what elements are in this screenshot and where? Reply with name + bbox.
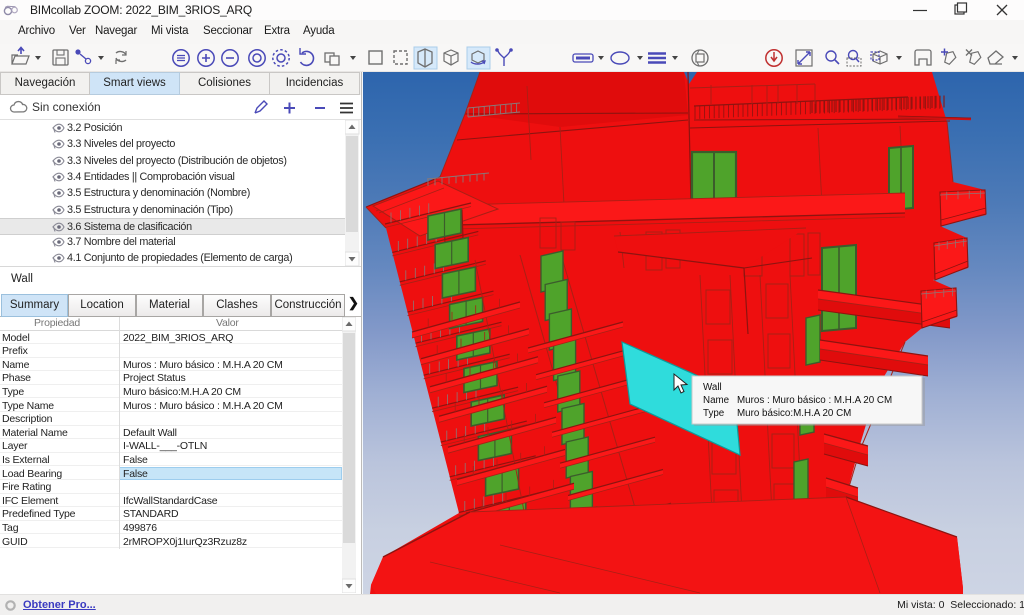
svg-text:Wall: Wall bbox=[703, 382, 722, 393]
svg-text:Name: Name bbox=[703, 395, 730, 406]
svg-text:Type: Type bbox=[703, 408, 725, 419]
svg-text:Muros : Muro básico : M.H.A 20: Muros : Muro básico : M.H.A 20 CM bbox=[737, 395, 892, 406]
svg-text:Muro básico:M.H.A 20 CM: Muro básico:M.H.A 20 CM bbox=[737, 408, 851, 419]
